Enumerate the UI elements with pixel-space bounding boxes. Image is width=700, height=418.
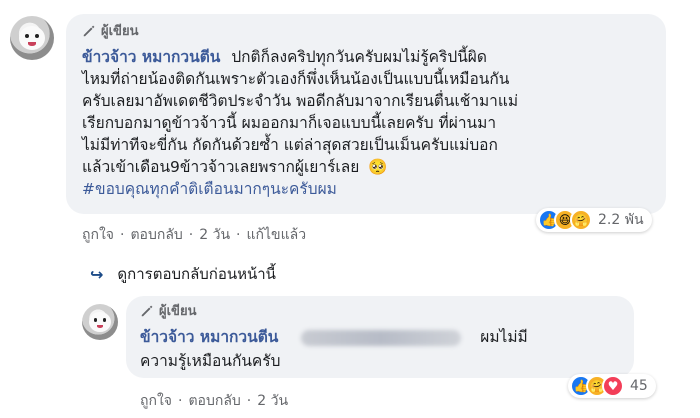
- comment-text-line-4: เรียกบอกมาดูข้าวจ้าวนี้ ผมออกมาก็เจอแบบน…: [82, 114, 497, 132]
- pen-icon: [83, 25, 95, 36]
- comment-text-line-5: ไม่มีท่าทีจะขี่กัน กัดกันด้วยซ้ำ แต่ล่าส…: [82, 136, 498, 154]
- reply-text-part1: ผมไม่มี: [480, 328, 528, 346]
- reply-arrow-icon: ↪: [90, 264, 104, 284]
- comment-timestamp[interactable]: 2 วัน: [199, 224, 230, 246]
- reply-author-badge-label: ผู้เขียน: [159, 304, 197, 319]
- reply-author-name[interactable]: ข้าวจ้าว หมากวนตีน: [140, 328, 278, 346]
- love-icon: ♥: [602, 375, 624, 397]
- reply-action[interactable]: ตอบกลับ: [130, 224, 182, 246]
- pleading-face-emoji: 🥺: [368, 158, 388, 176]
- comment-text-line-6: แล้วเข้าเดือน9ข้าวจ้าวเลยพรากผู้เยาร์เลย: [82, 158, 360, 176]
- view-previous-replies-label[interactable]: ดูการตอบกลับก่อนหน้านี้: [117, 262, 276, 286]
- comment-hashtag[interactable]: #ขอบคุณทุกคำติเตือนมากๆนะครับผม: [82, 178, 337, 200]
- edited-label[interactable]: แก้ไขแล้ว: [247, 224, 307, 246]
- mentioned-user-redacted[interactable]: [301, 329, 462, 346]
- reply-actions: ถูกใจ · ตอบกลับ · 2 วัน: [140, 390, 288, 412]
- author-avatar[interactable]: [10, 16, 54, 60]
- reply-reactions[interactable]: 👍 🤗 ♥ 45: [568, 374, 656, 398]
- reply-author-badge: ผู้เขียน: [140, 300, 196, 321]
- comment-text-line-1: ปกติก็ลงคริปทุกวันครับผมไม่รู้คริปนี้ผิด: [231, 48, 487, 66]
- comment-bubble: ผู้เขียน ข้าวจ้าว หมากวนตีน ปกติก็ลงคริป…: [66, 14, 666, 214]
- care-icon: 🤗: [570, 209, 592, 231]
- comment-actions: ถูกใจ · ตอบกลับ · 2 วัน · แก้ไขแล้ว: [82, 224, 306, 246]
- reply-text-line-2: ความรู้เหมือนกันครับ: [140, 352, 281, 370]
- comment-author-name[interactable]: ข้าวจ้าว หมากวนตีน: [82, 48, 220, 66]
- like-action[interactable]: ถูกใจ: [82, 224, 114, 246]
- comment-text-line-2: ไหมที่ถ่ายน้องติดกันเพราะตัวเองก็พึ่งเห็…: [82, 70, 510, 88]
- reply-reply-action[interactable]: ตอบกลับ: [188, 390, 240, 412]
- view-previous-replies[interactable]: ↪ ดูการตอบกลับก่อนหน้านี้: [90, 262, 276, 286]
- comment-reactions[interactable]: 👍 😆 🤗 2.2 พัน: [536, 208, 652, 232]
- author-badge: ผู้เขียน: [82, 20, 138, 41]
- reply-author-avatar[interactable]: [82, 304, 118, 340]
- author-badge-label: ผู้เขียน: [101, 24, 139, 39]
- reply-reaction-count: 45: [630, 378, 648, 394]
- reply-bubble: ผู้เขียน ข้าวจ้าว หมากวนตีน ผมไม่มี ความ…: [126, 296, 634, 378]
- comment-text-line-3: ครับเลยมาอัพเดตชีวิตประจำวัน พอดีกลับมาจ…: [82, 92, 519, 110]
- reply-timestamp[interactable]: 2 วัน: [257, 390, 288, 412]
- pen-icon: [141, 305, 153, 316]
- comment-reaction-count: 2.2 พัน: [598, 212, 644, 228]
- reply-like-action[interactable]: ถูกใจ: [140, 390, 172, 412]
